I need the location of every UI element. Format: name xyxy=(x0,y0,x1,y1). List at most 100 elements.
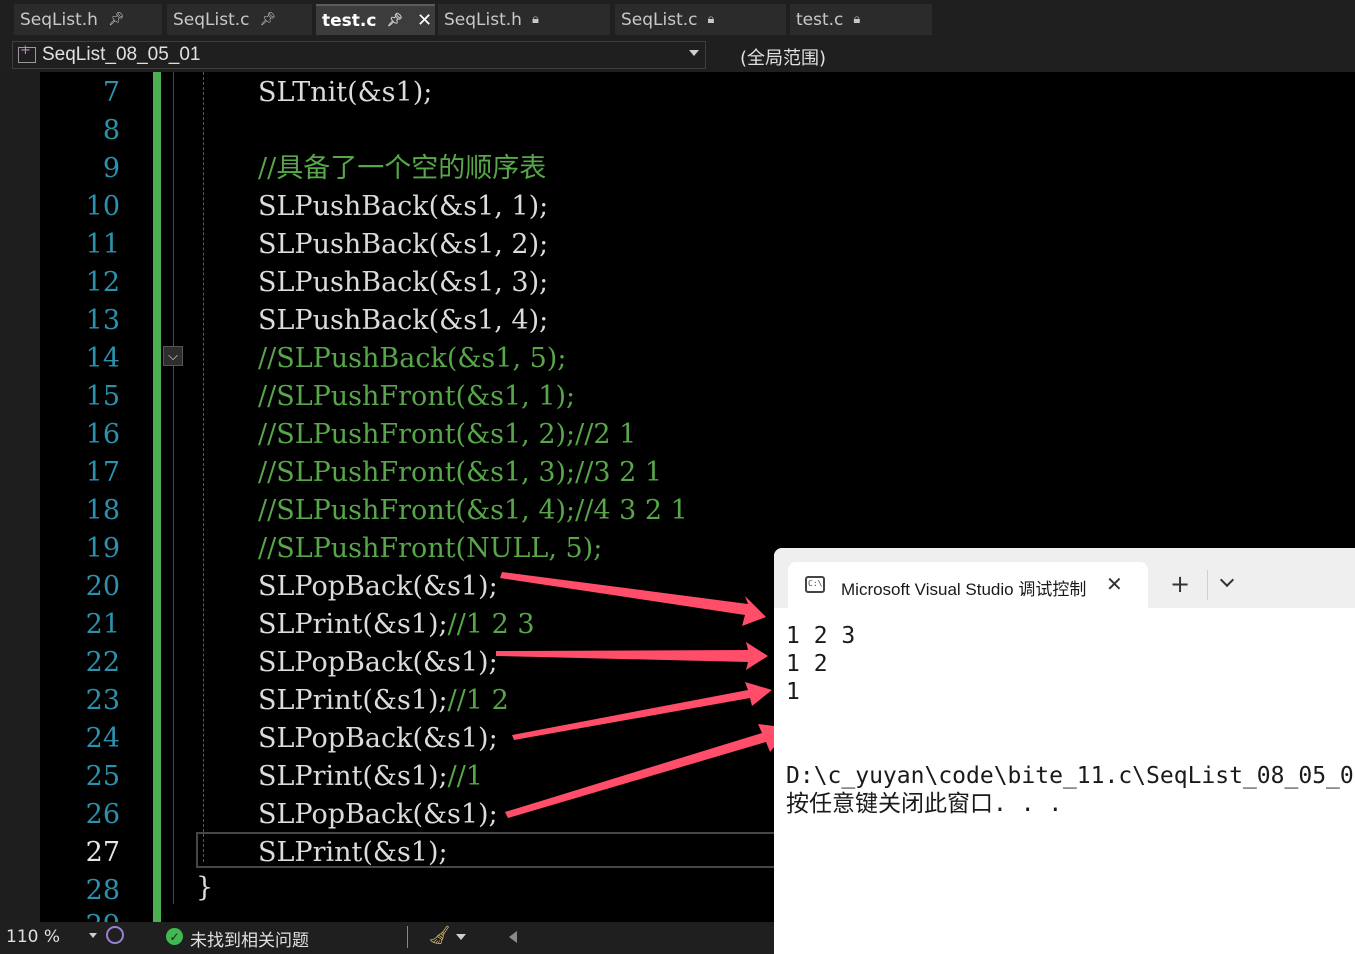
close-icon[interactable]: ✕ xyxy=(1106,572,1123,596)
line-number: 24 xyxy=(85,723,120,754)
console-prompt-line: 按任意键关闭此窗口. . . xyxy=(786,791,1063,817)
line-number: 26 xyxy=(85,799,120,830)
chevron-down-icon[interactable] xyxy=(89,933,97,938)
line-number: 23 xyxy=(85,685,120,716)
line-number: 25 xyxy=(85,761,120,792)
line-number: 28 xyxy=(85,875,120,906)
line-number: 17 xyxy=(85,457,120,488)
code-line: //SLPushFront(&s1, 4);//4 3 2 1 xyxy=(258,495,688,526)
tab-seqlist-c-pinned[interactable]: SeqList.c 📌︎ xyxy=(167,4,312,35)
tab-seqlist-h-pinned[interactable]: SeqList.h 📌︎ xyxy=(14,4,162,35)
code-line: SLPopBack(&s1); xyxy=(258,799,498,830)
indent-guide xyxy=(203,72,204,862)
scroll-left-icon[interactable] xyxy=(509,931,517,943)
line-number: 13 xyxy=(85,305,120,336)
code-line: //具备了一个空的顺序表 xyxy=(258,153,547,184)
code-comment: //1 2 3 xyxy=(447,609,535,640)
lock-icon: 🔒︎ xyxy=(531,12,539,27)
code-line: //SLPushFront(&s1, 2);//2 1 xyxy=(258,419,637,450)
code-line: SLPopBack(&s1); xyxy=(258,571,498,602)
chevron-down-icon[interactable]: ⌵ xyxy=(163,346,183,366)
code-line: SLPrint(&s1); xyxy=(258,837,448,868)
line-number: 18 xyxy=(85,495,120,526)
line-number: 22 xyxy=(85,647,120,678)
line-number: 8 xyxy=(102,115,120,146)
issues-status[interactable]: 未找到相关问题 xyxy=(190,926,309,951)
close-icon[interactable]: ✕ xyxy=(417,10,432,31)
code-line: //SLPushBack(&s1, 5); xyxy=(258,343,567,374)
code-line: SLPushBack(&s1, 1); xyxy=(258,191,549,222)
code-line: SLPrint(&s1);//1 xyxy=(258,758,483,796)
code-line: //SLPushFront(NULL, 5); xyxy=(258,533,603,564)
project-icon xyxy=(18,43,36,63)
tab-label: SeqList.h xyxy=(444,9,522,30)
console-output-line: 1 xyxy=(786,679,800,705)
lock-icon: 🔒︎ xyxy=(707,12,715,27)
chevron-down-icon[interactable] xyxy=(689,50,699,56)
tab-seqlist-h-locked[interactable]: SeqList.h 🔒︎ xyxy=(438,4,610,35)
line-number: 9 xyxy=(102,153,120,184)
divider xyxy=(407,926,408,948)
code-line: //SLPushFront(&s1, 1); xyxy=(258,381,576,412)
navigation-bar: SeqList_08_05_01 (全局范围) xyxy=(0,38,1355,72)
tab-label: SeqList.c xyxy=(621,9,698,30)
indicator-margin xyxy=(0,72,40,922)
tab-seqlist-c-locked[interactable]: SeqList.c 🔒︎ xyxy=(615,4,786,35)
zoom-level: 110 % xyxy=(6,927,61,947)
outline-guide xyxy=(173,72,174,564)
tab-test-c-locked[interactable]: test.c 🔒︎ xyxy=(790,4,932,35)
terminal-icon: C:\ xyxy=(805,576,825,593)
closing-brace: } xyxy=(196,872,214,903)
line-number: 21 xyxy=(85,609,120,640)
new-tab-button[interactable]: + xyxy=(1170,570,1190,598)
code-line: SLPrint(&s1);//1 2 xyxy=(258,682,509,720)
outline-guide xyxy=(173,564,174,904)
code-line: SLPopBack(&s1); xyxy=(258,723,498,754)
line-number: 12 xyxy=(85,267,120,298)
console-output-line: 1 2 3 xyxy=(786,623,856,649)
lock-icon: 🔒︎ xyxy=(853,12,861,27)
code-text: SLPrint(&s1); xyxy=(258,761,448,792)
code-line: SLPushBack(&s1, 2); xyxy=(258,229,549,260)
line-number: 19 xyxy=(85,533,120,564)
zoom-dropdown[interactable]: 110 % xyxy=(6,925,98,949)
code-comment: //1 2 xyxy=(447,685,509,716)
line-number: 10 xyxy=(85,191,120,222)
line-number: 7 xyxy=(102,77,120,108)
code-text: SLPrint(&s1); xyxy=(258,685,448,716)
chevron-down-icon[interactable] xyxy=(1219,572,1235,588)
project-name: SeqList_08_05_01 xyxy=(42,44,201,65)
console-path-line: D:\c_yuyan\code\bite_11.c\SeqList_08_05_… xyxy=(786,763,1355,789)
code-line: SLPushBack(&s1, 4); xyxy=(258,305,549,336)
pin-icon[interactable]: 📌︎ xyxy=(108,12,125,27)
pin-icon[interactable]: 📌︎ xyxy=(260,12,277,27)
tab-label: SeqList.h xyxy=(20,9,98,30)
code-line: SLTnit(&s1); xyxy=(258,77,433,108)
line-number: 14 xyxy=(85,343,120,374)
pin-icon[interactable]: 📌︎ xyxy=(386,13,403,28)
code-line: SLPushBack(&s1, 3); xyxy=(258,267,549,298)
change-tracking-bar xyxy=(153,72,161,922)
check-circle-icon: ✓ xyxy=(166,928,183,945)
line-number: 11 xyxy=(85,229,120,260)
project-dropdown[interactable]: SeqList_08_05_01 xyxy=(12,41,706,69)
chevron-down-icon[interactable] xyxy=(456,934,466,940)
console-titlebar: C:\ Microsoft Visual Studio 调试控制台 ✕ + xyxy=(774,548,1355,608)
console-title: Microsoft Visual Studio 调试控制台 xyxy=(841,580,1087,599)
code-comment: //1 xyxy=(447,761,483,792)
code-line: //SLPushFront(&s1, 3);//3 2 1 xyxy=(258,457,663,488)
code-line: SLPopBack(&s1); xyxy=(258,647,498,678)
code-cleanup-icon[interactable]: 🧹︎ xyxy=(428,925,451,946)
tab-test-c-active[interactable]: test.c 📌︎ ✕ xyxy=(316,4,435,35)
line-number: 16 xyxy=(85,419,120,450)
line-number: 15 xyxy=(85,381,120,412)
code-line: SLPrint(&s1);//1 2 3 xyxy=(258,606,535,644)
line-number: 20 xyxy=(85,571,120,602)
debug-console-window[interactable]: C:\ Microsoft Visual Studio 调试控制台 ✕ + 1 … xyxy=(774,548,1355,954)
tab-label: test.c xyxy=(322,10,377,31)
document-tab-bar: SeqList.h 📌︎ SeqList.c 📌︎ test.c 📌︎ ✕ Se… xyxy=(0,0,1355,37)
line-number: 27 xyxy=(85,837,120,868)
copilot-icon[interactable] xyxy=(106,926,124,944)
console-tab[interactable]: C:\ Microsoft Visual Studio 调试控制台 ✕ xyxy=(788,562,1148,608)
scope-dropdown[interactable]: (全局范围) xyxy=(740,44,826,70)
